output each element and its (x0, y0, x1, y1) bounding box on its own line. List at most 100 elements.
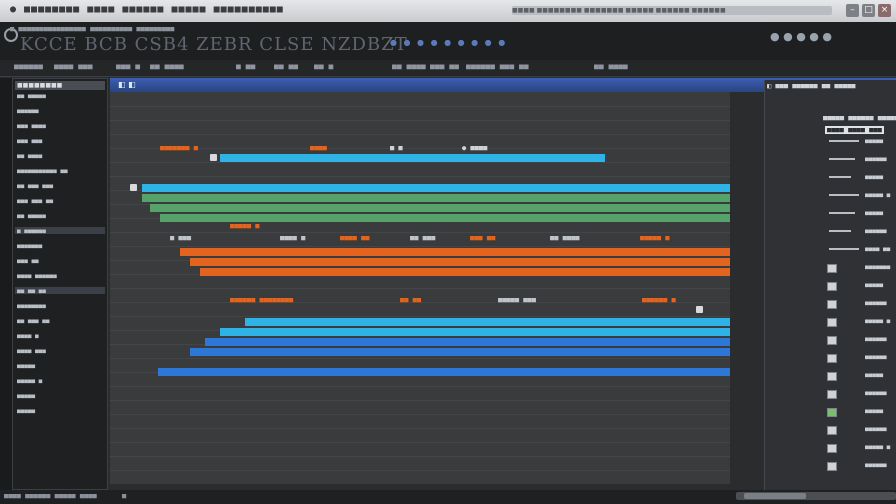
track-label[interactable]: ■■■■ ■■ (340, 234, 370, 242)
browser-row[interactable]: ■■■ ■■■■ (17, 123, 46, 130)
browser-row[interactable]: ■■ ■■■■ (17, 153, 42, 160)
browser-row[interactable]: ■■■■■ (17, 393, 35, 400)
browser-row[interactable]: ■■■ ■■■ ■■ (17, 198, 53, 205)
menu-item-7[interactable]: ■■ ■ (314, 62, 333, 71)
horizontal-scrollbar[interactable] (736, 492, 896, 500)
parameter-toggle-button[interactable] (827, 300, 837, 309)
track-label[interactable]: ■■■■■ ■ (230, 222, 260, 230)
track-label[interactable]: ■■ ■■ (400, 296, 421, 304)
menu-item-4[interactable]: ■■ ■■■■ (150, 62, 184, 71)
menu-item-11[interactable]: ■■ ■■■■ (594, 62, 628, 71)
maximize-button[interactable]: □ (862, 4, 875, 17)
browser-row[interactable]: ■■■■■■■■ (17, 303, 46, 310)
track-label[interactable]: ■■■■■ ■■■ (498, 296, 536, 304)
blue-track-clip[interactable] (190, 348, 730, 356)
track-label[interactable]: ■■■■■■ ■■■■■■■■ (230, 296, 293, 304)
cyan-track-clip[interactable] (220, 328, 730, 336)
parameter-slider[interactable] (829, 158, 855, 160)
inspector-tab[interactable]: ■■■■ ■■■■ ■■■ (825, 126, 884, 134)
orange-track-clip[interactable] (190, 258, 730, 266)
menu-item-6[interactable]: ■■ ■■ (274, 62, 298, 71)
browser-row[interactable]: ■■■■■■■ (17, 243, 42, 250)
orange-track-clip[interactable] (180, 248, 730, 256)
track-label[interactable]: ■■■■■ ■ (640, 234, 670, 242)
parameter-slider[interactable] (829, 212, 855, 214)
parameter-toggle-button[interactable] (827, 264, 837, 273)
browser-row[interactable]: ■■ ■■■■■ (17, 93, 46, 100)
browser-row[interactable]: ■■ ■■■ ■■■ (17, 183, 53, 190)
track-label[interactable]: ■■ ■■■ (410, 234, 435, 242)
track-label[interactable]: ■■ ■■■■ (550, 234, 580, 242)
browser-row[interactable]: ■■■■■ ■ (17, 378, 42, 385)
track-label[interactable]: ■■■■ ■ (280, 234, 305, 242)
browser-row[interactable]: ■ ■■■■■■ (17, 228, 46, 235)
parameter-toggle-button[interactable] (827, 318, 837, 327)
track-label[interactable]: ■■■■ (310, 144, 327, 152)
parameter-toggle-button[interactable] (827, 354, 837, 363)
toolbar-icons[interactable]: ● ● ● ● ● ● ● ● ● (390, 38, 507, 47)
menu-item-9[interactable]: ■■■ ■■ (430, 62, 459, 71)
track-label[interactable]: ● ■■■■ (462, 144, 487, 152)
parameter-toggle-button[interactable] (827, 444, 837, 453)
path-field[interactable]: ■■■■ ■■■■■■■■ ■■■■■■■ ■■■■■ ■■■■■■ ■■■■■… (512, 6, 832, 15)
browser-row[interactable]: ■■■ ■■■ (17, 138, 42, 145)
track-label[interactable]: ■■■■■■■ ■ (160, 144, 198, 152)
parameter-toggle-button[interactable] (827, 282, 837, 291)
orange-track-clip[interactable] (200, 268, 730, 276)
green-track-clip[interactable] (160, 214, 730, 222)
header-right-icons[interactable]: ● ● ● ● ● (770, 30, 832, 43)
menu-item-3[interactable]: ■■■ ■ (116, 62, 140, 71)
parameter-toggle-button[interactable] (827, 462, 837, 471)
window-title: ● ■■■■■■■■ ■■■■ ■■■■■■ ■■■■■ ■■■■■■■■■■ (10, 4, 284, 15)
cyan-track-clip[interactable] (220, 154, 605, 162)
parameter-slider[interactable] (829, 230, 851, 232)
browser-panel: ■■■■■■■■ ■■ ■■■■■ ■■■■■■ ■■■ ■■■■ ■■■ ■■■ ■■… (12, 78, 108, 490)
parameter-slider[interactable] (829, 140, 859, 142)
browser-row[interactable]: ■■■■■ (17, 408, 35, 415)
browser-row[interactable]: ■■ ■■■■■ (17, 213, 46, 220)
track-label[interactable]: ■■■■■■ ■ (642, 296, 676, 304)
parameter-toggle-button[interactable] (827, 390, 837, 399)
menu-item-2[interactable]: ■■■■ ■■■ (54, 62, 93, 71)
track-label[interactable]: ■ ■ (390, 144, 403, 152)
grid-line (110, 316, 730, 317)
menu-item-5[interactable]: ■ ■■ (236, 62, 255, 71)
menu-item-10[interactable]: ■■■■■■ ■■■ ■■ (466, 62, 529, 71)
close-button[interactable]: × (878, 4, 891, 17)
browser-row[interactable]: ■■ ■■ ■■ (17, 288, 46, 295)
scrollbar-thumb[interactable] (744, 493, 806, 499)
clip-marker-icon[interactable] (696, 306, 703, 313)
green-track-clip[interactable] (142, 194, 730, 202)
parameter-toggle-button[interactable] (827, 408, 837, 417)
clip-marker-icon[interactable] (130, 184, 137, 191)
browser-row[interactable]: ■■ ■■■ ■■ (17, 318, 50, 325)
browser-row[interactable]: ■■■ ■■ (17, 258, 39, 265)
track-label[interactable]: ■ ■■■ (170, 234, 191, 242)
parameter-slider[interactable] (829, 194, 859, 196)
browser-row[interactable]: ■■■■■■ (17, 108, 39, 115)
blue-track-clip[interactable] (205, 338, 730, 346)
parameter-toggle-button[interactable] (827, 336, 837, 345)
minimize-button[interactable]: – (846, 4, 859, 17)
browser-row[interactable]: ■■■■ ■ (17, 333, 39, 340)
browser-row[interactable]: ■■■■■■■■■■■ ■■ (17, 168, 68, 175)
menu-item-1[interactable]: ■■■■■■ (14, 62, 43, 71)
parameter-label: ■■■■■ ■ (865, 318, 891, 325)
cyan-track-clip[interactable] (142, 184, 730, 192)
parameter-slider[interactable] (829, 176, 851, 178)
green-track-clip[interactable] (150, 204, 730, 212)
parameter-toggle-button[interactable] (827, 426, 837, 435)
inspector-subtitle: ■■■■■ ■■■■■■ ■■■■■ (823, 114, 896, 122)
track-area[interactable]: ■■■■■■■ ■ ■■■■ ■ ■ ● ■■■■ ■ ■■■ ■■■■■ ■ ■■■■ ■… (110, 92, 730, 484)
cyan-track-clip[interactable] (245, 318, 730, 326)
parameter-label: ■■■■■ (865, 372, 884, 379)
browser-row[interactable]: ■■■■ ■■■■■■ (17, 273, 57, 280)
browser-row[interactable]: ■■■■■ (17, 363, 35, 370)
menu-item-8[interactable]: ■■ ■■■■ (392, 62, 426, 71)
track-label[interactable]: ■■■ ■■ (470, 234, 495, 242)
parameter-slider[interactable] (829, 248, 859, 250)
blue-track-clip[interactable] (158, 368, 730, 376)
parameter-toggle-button[interactable] (827, 372, 837, 381)
clip-marker-icon[interactable] (210, 154, 217, 161)
browser-row[interactable]: ■■■■ ■■■ (17, 348, 46, 355)
